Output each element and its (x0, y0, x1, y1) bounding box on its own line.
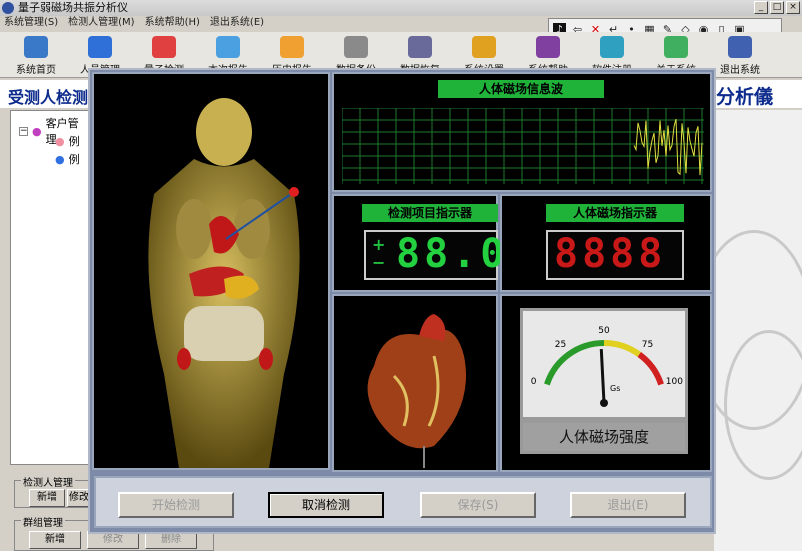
human-body-image (148, 98, 300, 468)
tree-item-label: 例 (68, 135, 80, 148)
title-bar: 量子弱磁场共振分析仪 _ □ × (0, 0, 802, 16)
gauge-needle (599, 348, 606, 404)
wave-pane: 人体磁场信息波 (332, 72, 712, 192)
gauge-dial: 0 25 50 75 100 Gs (531, 326, 683, 407)
tree-item[interactable]: ● 例 (55, 151, 80, 167)
wave-grid (342, 108, 704, 184)
wave-title: 人体磁场信息波 (438, 80, 604, 98)
close-button[interactable]: × (786, 1, 800, 14)
gauge-arc (637, 352, 664, 386)
toolbar-button-0[interactable]: 系统首页 (4, 32, 68, 77)
window-controls: _ □ × (754, 1, 800, 14)
monitor-icon (24, 36, 48, 58)
help-icon (536, 36, 560, 58)
restore-icon (408, 36, 432, 58)
group-title: 群组管理 (21, 514, 65, 529)
wave-signal (633, 118, 703, 176)
cancel-detection-button[interactable]: 取消检测 (268, 492, 384, 518)
field-indicator-display: 8888 (546, 230, 684, 280)
lung-left (176, 199, 212, 259)
gauge-pane: 0 25 50 75 100 Gs 人体磁场强度 (500, 294, 712, 472)
tree-item[interactable]: ● 例 (55, 133, 80, 149)
probe-dot (289, 187, 299, 197)
item-indicator-pane: 检测项目指示器 + − 88.0 (332, 194, 504, 292)
gauge-tick-label: 25 (555, 340, 566, 350)
settings-icon (472, 36, 496, 58)
app-icon (2, 2, 14, 14)
window-title: 量子弱磁场共振分析仪 (18, 1, 128, 14)
save-button[interactable]: 保存(S) (420, 492, 536, 518)
exit-icon (728, 36, 752, 58)
gauge-unit: Gs (610, 384, 620, 393)
field-indicator-title: 人体磁场指示器 (546, 204, 684, 222)
menu-exit[interactable]: 退出系统(E) (210, 16, 264, 30)
brand-title: 分析儀 (716, 86, 774, 108)
heart-shape (367, 329, 466, 449)
tree-item-label: 例 (68, 153, 80, 166)
add-group-button[interactable]: 新增 (29, 531, 81, 549)
minimize-button[interactable]: _ (754, 1, 768, 14)
intestine-organ (184, 306, 264, 361)
rope-decoration (724, 330, 802, 480)
menu-person[interactable]: 检测人管理(M) (68, 16, 134, 30)
item-indicator-title: 检测项目指示器 (362, 204, 498, 222)
kidney-left (177, 348, 191, 370)
toolbar-button-label: 系统首页 (16, 65, 56, 76)
female-icon: ● (55, 134, 65, 148)
toolbar-button-11[interactable]: 退出系统 (708, 32, 772, 77)
field-indicator-value: 8888 (554, 231, 667, 277)
background-image (694, 110, 802, 551)
about-icon (664, 36, 688, 58)
gauge-tick-label: 50 (598, 326, 610, 336)
gauge-hub (600, 399, 608, 407)
toolbar-button-label: 退出系统 (720, 65, 760, 76)
item-indicator-display: + − 88.0 (364, 230, 504, 280)
sign-indicator: + − (372, 235, 386, 272)
heart-pane (332, 294, 498, 472)
history-icon (280, 36, 304, 58)
exit-button[interactable]: 退出(E) (570, 492, 686, 518)
item-indicator-value: 88.0 (396, 231, 509, 277)
backup-icon (344, 36, 368, 58)
field-indicator-pane: 人体磁场指示器 8888 (500, 194, 712, 292)
dialog-button-bar: 开始检测 取消检测 保存(S) 退出(E) (94, 476, 712, 528)
menu-system[interactable]: 系统管理(S) (4, 16, 58, 30)
gauge-label: 人体磁场强度 (520, 420, 688, 454)
person-management-group: 检测人管理 新增 修改 (14, 474, 91, 508)
people-icon: ● (32, 124, 42, 138)
kidney-right (259, 348, 273, 370)
start-detection-button[interactable]: 开始检测 (118, 492, 234, 518)
report-icon (216, 36, 240, 58)
body-scan-pane (92, 72, 330, 470)
customer-tree: − ● 客户管理 ● 例 ● 例 (10, 110, 90, 465)
gauge-arc (603, 340, 642, 357)
people-icon (88, 36, 112, 58)
add-person-button[interactable]: 新增 (29, 489, 65, 507)
male-icon: ● (55, 152, 65, 166)
network-icon (152, 36, 176, 58)
gauge-tick-label: 100 (666, 377, 683, 387)
analysis-dialog: 人体磁场信息波 检测项目指示器 + − 88.0 人体磁场指示器 8888 0 2… (88, 68, 716, 534)
page-title: 受测人检测 (8, 88, 89, 107)
group-title: 检测人管理 (21, 474, 75, 489)
head-shape (196, 98, 252, 166)
maximize-button[interactable]: □ (770, 1, 784, 14)
heart-image (367, 314, 466, 468)
gauge-tick-label: 75 (642, 340, 653, 350)
menu-help[interactable]: 系统帮助(H) (145, 16, 200, 30)
gauge-tick-label: 0 (531, 377, 537, 387)
register-icon (600, 36, 624, 58)
gauge-face: 0 25 50 75 100 Gs (520, 308, 688, 420)
